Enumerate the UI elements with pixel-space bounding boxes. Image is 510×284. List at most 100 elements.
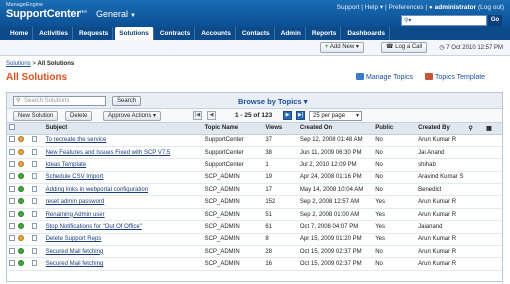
mode-label: General — [96, 9, 129, 19]
header-topic[interactable]: Topic Name — [202, 123, 264, 135]
type-cell — [30, 158, 44, 172]
status-icon — [18, 222, 25, 229]
subject-cell[interactable]: Secured Mail fetching — [43, 257, 203, 271]
topics-template-link[interactable]: Topics Template — [425, 73, 485, 81]
document-icon — [32, 210, 37, 217]
global-search-input[interactable]: ⚲▾ — [401, 15, 487, 26]
header-created-by[interactable]: Created By — [416, 123, 467, 135]
first-page-icon[interactable]: |◀ — [193, 111, 202, 120]
tab-contacts[interactable]: Contacts — [238, 27, 275, 40]
table-row[interactable]: Adding links in webportal configuration S… — [7, 183, 502, 197]
panel-search-bar: ⚲ Search Solutions Search Browse by Topi… — [7, 93, 502, 109]
table-row[interactable]: New Features and Issues Fixed with SCP V… — [7, 146, 502, 160]
select-all-checkbox[interactable] — [9, 124, 15, 131]
created-on-cell: Sep 2, 2008 12:57 AM — [297, 195, 374, 209]
table-row[interactable]: Secured Mail fetching SCP_ADMIN 28 Oct 15, … — [7, 245, 502, 259]
header-subject[interactable]: Subject — [43, 123, 203, 135]
tab-reports[interactable]: Reports — [308, 27, 342, 40]
subject-cell[interactable]: reset admin password — [43, 195, 203, 209]
created-by-cell: Benedict — [416, 183, 467, 197]
subject-cell[interactable]: Schedule CSV Import — [43, 171, 203, 185]
row-checkbox[interactable] — [9, 210, 15, 217]
tab-home[interactable]: Home — [6, 27, 34, 40]
username[interactable]: administrator — [435, 4, 477, 11]
row-checkbox[interactable] — [9, 260, 15, 267]
column-search-icon[interactable]: ⚲ — [466, 123, 485, 135]
subject-cell[interactable]: To recreate the service — [43, 134, 203, 147]
row-checkbox[interactable] — [9, 235, 15, 242]
header-created-on[interactable]: Created On — [297, 123, 374, 135]
row-checkbox[interactable] — [9, 185, 15, 192]
table-row[interactable]: Ideas Template SupportCenter 1 Jul 2, 2010 … — [7, 158, 502, 172]
preferences-link[interactable]: Preferences — [389, 4, 424, 11]
table-row[interactable]: Schedule CSV Import SCP_ADMIN 19 Apr 24, 20… — [7, 171, 502, 185]
subject-cell[interactable]: Delete Support Reps — [43, 233, 203, 247]
add-new-button[interactable]: + Add New ▾ — [320, 42, 364, 53]
help-link[interactable]: Help — [365, 4, 378, 11]
tab-contracts[interactable]: Contracts — [156, 27, 196, 40]
subject-cell[interactable]: Ideas Template — [43, 158, 203, 172]
prev-page-icon[interactable]: ◀ — [207, 111, 216, 120]
support-link[interactable]: Support — [337, 4, 360, 11]
logout-link[interactable]: (Log out) — [478, 4, 504, 11]
delete-button[interactable]: Delete — [65, 111, 93, 121]
search-button[interactable]: Search — [112, 96, 142, 106]
browse-by-topics[interactable]: Browse by Topics ▾ — [238, 97, 308, 106]
public-cell: No — [373, 257, 417, 271]
per-page-select[interactable]: 25 per page ▼ — [309, 111, 362, 121]
product-logo[interactable]: ManageEngine SupportCenterplus — [6, 2, 87, 20]
row-checkbox[interactable] — [9, 173, 15, 180]
manage-topics-link[interactable]: Manage Topics — [356, 73, 413, 81]
table-row[interactable]: Secured Mail fetching SCP_ADMIN 16 Oct 15, … — [7, 257, 502, 271]
row-checkbox[interactable] — [9, 247, 15, 254]
tab-admin[interactable]: Admin — [277, 27, 306, 40]
table-row[interactable]: Renaming Admin user SCP_ADMIN 51 Sep 2, 200… — [7, 208, 502, 222]
go-button[interactable]: Go — [488, 15, 502, 26]
empty-cell — [466, 171, 485, 185]
row-checkbox-cell — [7, 257, 17, 271]
subject-cell[interactable]: Stop Notifications for "Out Of Office" — [43, 220, 203, 234]
tab-activities[interactable]: Activities — [35, 27, 73, 40]
column-chooser-icon[interactable]: ▦ — [484, 123, 502, 135]
row-checkbox[interactable] — [9, 198, 15, 205]
row-checkbox-cell — [7, 195, 17, 209]
row-checkbox[interactable] — [9, 148, 15, 155]
document-icon — [32, 260, 37, 267]
table-row[interactable]: Delete Support Reps SCP_ADMIN 8 Apr 15, 200… — [7, 233, 502, 247]
subject-cell[interactable]: Renaming Admin user — [43, 208, 203, 222]
breadcrumb-solutions[interactable]: Solutions — [6, 61, 31, 67]
new-solution-button[interactable]: New Solution — [13, 111, 59, 121]
public-cell: No — [373, 171, 417, 185]
subject-cell[interactable]: Adding links in webportal configuration — [43, 183, 203, 197]
table-row[interactable]: reset admin password SCP_ADMIN 152 Sep 2, 2… — [7, 195, 502, 209]
chevron-down-icon: ▾ — [355, 44, 359, 50]
subject-cell[interactable]: Secured Mail fetching — [43, 245, 203, 259]
row-checkbox-cell — [7, 220, 17, 234]
log-call-button[interactable]: ☎ Log a Call — [381, 42, 428, 53]
topic-cell: SupportCenter — [202, 146, 264, 160]
row-checkbox[interactable] — [9, 160, 15, 167]
tab-accounts[interactable]: Accounts — [197, 27, 236, 40]
user-icon: ● — [428, 4, 433, 11]
row-checkbox[interactable] — [9, 222, 15, 229]
mode-selector[interactable]: General ▼ — [96, 9, 136, 19]
row-checkbox-cell — [7, 208, 17, 222]
row-checkbox[interactable] — [9, 136, 15, 143]
table-row[interactable]: To recreate the service SupportCenter 37 Se… — [7, 134, 502, 147]
tab-dashboards[interactable]: Dashboards — [343, 27, 390, 40]
status-icon — [18, 185, 25, 192]
approve-actions-button[interactable]: Approve Actions ▾ — [103, 111, 162, 121]
header-views[interactable]: Views — [263, 123, 298, 135]
last-page-icon[interactable]: ▶| — [296, 111, 305, 120]
solutions-search-input[interactable]: ⚲ Search Solutions — [13, 96, 106, 106]
tab-requests[interactable]: Requests — [75, 27, 114, 40]
public-cell: No — [373, 134, 417, 147]
table-row[interactable]: Stop Notifications for "Out Of Office" SC… — [7, 220, 502, 234]
created-on-cell: Sep 12, 2008 01:48 AM — [297, 134, 374, 147]
tab-solutions[interactable]: Solutions — [115, 27, 154, 40]
header-public[interactable]: Public — [373, 123, 417, 135]
subject-cell[interactable]: New Features and Issues Fixed with SCP V… — [43, 146, 203, 160]
empty-cell — [484, 257, 502, 271]
next-page-icon[interactable]: ▶ — [283, 111, 292, 120]
solutions-table: Subject Topic Name Views Created On Publ… — [7, 123, 502, 271]
